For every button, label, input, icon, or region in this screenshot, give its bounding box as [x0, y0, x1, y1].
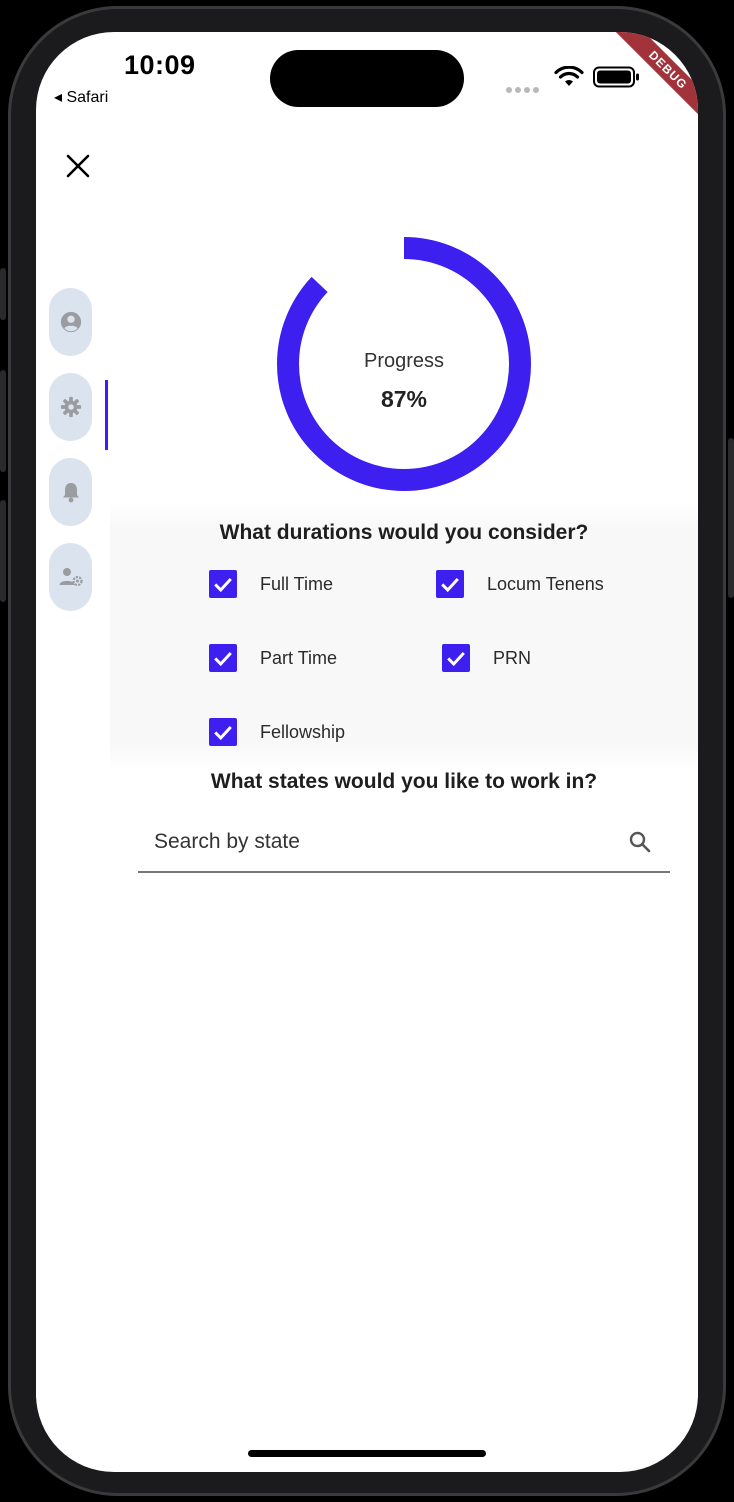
- checkmark-icon: [214, 725, 232, 741]
- checkbox-label: Part Time: [260, 647, 338, 668]
- state-search-input[interactable]: Search by state: [138, 812, 670, 873]
- gear-icon: [60, 396, 81, 418]
- close-icon: [66, 154, 90, 178]
- close-button[interactable]: [62, 150, 94, 182]
- checkbox-checked-icon[interactable]: [442, 644, 470, 672]
- bell-icon: [62, 483, 79, 503]
- user-settings-icon: [59, 568, 83, 587]
- checkbox-checked-icon[interactable]: [209, 718, 237, 746]
- checkbox-fellowship[interactable]: Fellowship: [209, 718, 345, 746]
- rail-selection-indicator: [105, 380, 108, 450]
- checkbox-checked-icon[interactable]: [436, 570, 464, 598]
- account-circle-icon: [60, 311, 81, 333]
- checkbox-full-time[interactable]: Full Time: [209, 570, 333, 598]
- checkbox-locum-tenens[interactable]: Locum Tenens: [436, 570, 604, 598]
- volume-down-button: [0, 500, 6, 602]
- back-to-safari-link[interactable]: ◂ Safari: [54, 87, 108, 107]
- volume-up-button: [0, 370, 6, 472]
- progress-label: Progress: [363, 350, 445, 372]
- checkbox-prn[interactable]: PRN: [442, 644, 531, 672]
- states-heading: What states would you like to work in?: [210, 770, 598, 793]
- power-button: [728, 438, 734, 598]
- home-indicator[interactable]: [248, 1450, 486, 1457]
- status-time: 10:09: [124, 50, 196, 80]
- rail-item-settings[interactable]: [49, 373, 92, 441]
- phone-device: 10:09 ◂ Safari DEBUG Progress 87% What d…: [0, 0, 734, 1502]
- checkmark-icon: [447, 651, 465, 667]
- durations-heading: What durations would you consider?: [219, 521, 589, 544]
- checkbox-label: PRN: [493, 647, 532, 668]
- checkbox-label: Full Time: [260, 573, 334, 594]
- checkmark-icon: [214, 577, 232, 593]
- rail-item-profile[interactable]: [49, 288, 92, 356]
- checkmark-icon: [441, 577, 459, 593]
- checkbox-label: Locum Tenens: [487, 573, 604, 594]
- action-button: [0, 268, 6, 320]
- search-icon[interactable]: [628, 830, 652, 854]
- battery-icon: [593, 66, 639, 88]
- checkbox-checked-icon[interactable]: [209, 570, 237, 598]
- wifi-icon: [554, 66, 584, 86]
- checkbox-checked-icon[interactable]: [209, 644, 237, 672]
- search-placeholder[interactable]: Search by state: [154, 830, 628, 854]
- dynamic-island: [270, 50, 464, 107]
- rail-item-account-settings[interactable]: [49, 543, 92, 611]
- screen: 10:09 ◂ Safari DEBUG Progress 87% What d…: [36, 32, 698, 1472]
- checkbox-label: Fellowship: [260, 721, 346, 742]
- signal-dots-icon: [506, 80, 542, 98]
- rail-item-notifications[interactable]: [49, 458, 92, 526]
- checkmark-icon: [214, 651, 232, 667]
- checkbox-part-time[interactable]: Part Time: [209, 644, 337, 672]
- progress-value: 87%: [380, 386, 428, 412]
